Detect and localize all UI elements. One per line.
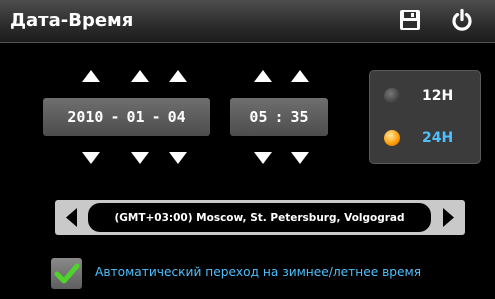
floppy-disk-icon bbox=[400, 10, 420, 30]
triangle-left-icon bbox=[66, 208, 77, 227]
month-down-arrow[interactable] bbox=[131, 152, 149, 164]
hours-value: 05 bbox=[249, 108, 268, 126]
month-up-arrow[interactable] bbox=[131, 70, 149, 82]
radio-12h-icon bbox=[384, 88, 400, 104]
auto-dst-checkbox[interactable] bbox=[51, 258, 82, 289]
timezone-next-button[interactable] bbox=[437, 204, 459, 231]
timezone-value: (GMT+03:00) Moscow, St. Petersburg, Volg… bbox=[88, 203, 431, 232]
month-value: 01 bbox=[126, 108, 145, 126]
save-button[interactable] bbox=[397, 7, 423, 33]
time-format-panel: 12H 24H bbox=[369, 70, 481, 164]
hours-down-arrow[interactable] bbox=[254, 152, 272, 164]
power-button[interactable] bbox=[449, 7, 475, 33]
day-up-arrow[interactable] bbox=[169, 70, 187, 82]
format-12h-option[interactable]: 12H bbox=[370, 81, 480, 111]
hours-up-arrow[interactable] bbox=[254, 70, 272, 82]
checkmark-icon bbox=[54, 263, 80, 284]
minutes-value: 35 bbox=[290, 108, 309, 126]
year-down-arrow[interactable] bbox=[82, 152, 100, 164]
date-separator: - bbox=[110, 108, 120, 126]
format-24h-option[interactable]: 24H bbox=[370, 123, 480, 153]
triangle-right-icon bbox=[443, 208, 454, 227]
minutes-up-arrow[interactable] bbox=[291, 70, 309, 82]
auto-dst-label: Автоматический переход на зимнее/летнее … bbox=[95, 265, 422, 279]
timezone-selector: (GMT+03:00) Moscow, St. Petersburg, Volg… bbox=[55, 200, 465, 235]
day-down-arrow[interactable] bbox=[169, 152, 187, 164]
date-field[interactable]: 2010 - 01 - 04 bbox=[43, 98, 210, 136]
day-value: 04 bbox=[167, 108, 186, 126]
radio-24h-icon bbox=[384, 130, 400, 146]
year-value: 2010 bbox=[67, 108, 104, 126]
datetime-screen: Дата-Время 2010 - 01 - 04 05 : 35 12H 24… bbox=[0, 0, 495, 299]
power-icon bbox=[452, 8, 472, 31]
page-title: Дата-Время bbox=[10, 10, 134, 31]
auto-dst-row: Автоматический переход на зимнее/летнее … bbox=[51, 258, 491, 290]
time-field[interactable]: 05 : 35 bbox=[230, 98, 328, 136]
year-up-arrow[interactable] bbox=[82, 70, 100, 82]
title-bar: Дата-Время bbox=[0, 0, 495, 43]
timezone-prev-button[interactable] bbox=[61, 204, 83, 231]
format-12h-label: 12H bbox=[422, 88, 454, 104]
minutes-down-arrow[interactable] bbox=[291, 152, 309, 164]
format-24h-label: 24H bbox=[422, 130, 454, 146]
time-separator: : bbox=[274, 108, 284, 126]
date-separator: - bbox=[151, 108, 161, 126]
